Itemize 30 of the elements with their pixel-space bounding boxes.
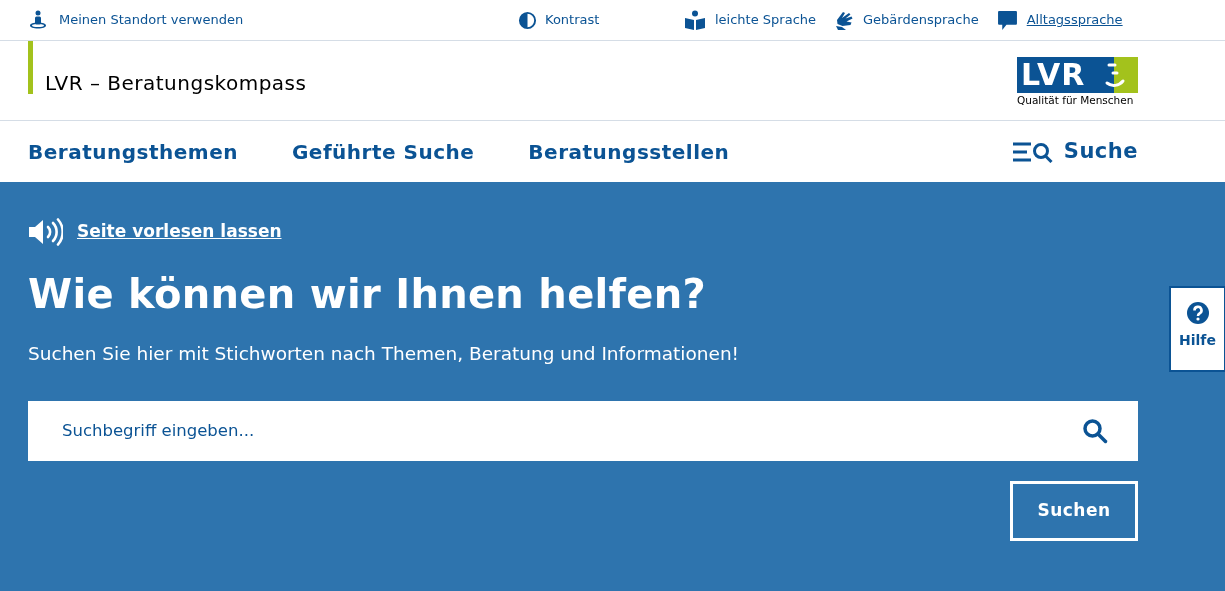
site-title: LVR – Beratungskompass — [44, 70, 307, 97]
search-field[interactable]: Suchbegriff eingeben... — [28, 400, 1138, 461]
intro-text: Suchen Sie hier mit Stichworten nach Themen, Beratung und Informationen! — [28, 342, 741, 366]
search-button[interactable]: Suchen — [1010, 480, 1138, 541]
speaker-icon — [28, 218, 63, 246]
reading-person-icon — [684, 10, 706, 30]
person-location-icon — [28, 10, 48, 30]
location-link[interactable]: Meinen Standort verwenden — [59, 10, 244, 30]
search-icon[interactable] — [1082, 417, 1108, 444]
face-icon — [1101, 57, 1138, 93]
search-list-icon — [1012, 140, 1054, 163]
logo-mark: LVR — [1017, 57, 1101, 93]
contrast-link[interactable]: Kontrast — [545, 10, 600, 30]
language-link[interactable]: leichte Sprache — [715, 10, 817, 30]
read-aloud-link[interactable]: Seite vorlesen lassen — [77, 219, 282, 245]
help-button[interactable]: Hilfe — [1169, 286, 1225, 372]
page-heading: Wie können wir Ihnen helfen? — [28, 270, 707, 319]
language-link[interactable]: Gebärdensprache — [863, 10, 979, 30]
speech-bubble-icon — [996, 9, 1018, 31]
nav-link[interactable]: Beratungsthemen — [28, 136, 238, 167]
question-icon — [1186, 302, 1209, 324]
nav-link[interactable]: Geführte Suche — [291, 136, 475, 167]
hands-icon — [834, 10, 855, 30]
contrast-icon — [518, 10, 537, 30]
logo[interactable]: LVR Qualität für Menschen — [1017, 41, 1138, 120]
logo-tagline: Qualität für Menschen — [1017, 93, 1134, 107]
nav-link[interactable]: Beratungsstellen — [528, 136, 730, 167]
language-link[interactable]: Alltagssprache — [1026, 10, 1123, 30]
accent-bar — [28, 41, 33, 94]
search-menu-button[interactable]: Suche — [1012, 135, 1138, 168]
